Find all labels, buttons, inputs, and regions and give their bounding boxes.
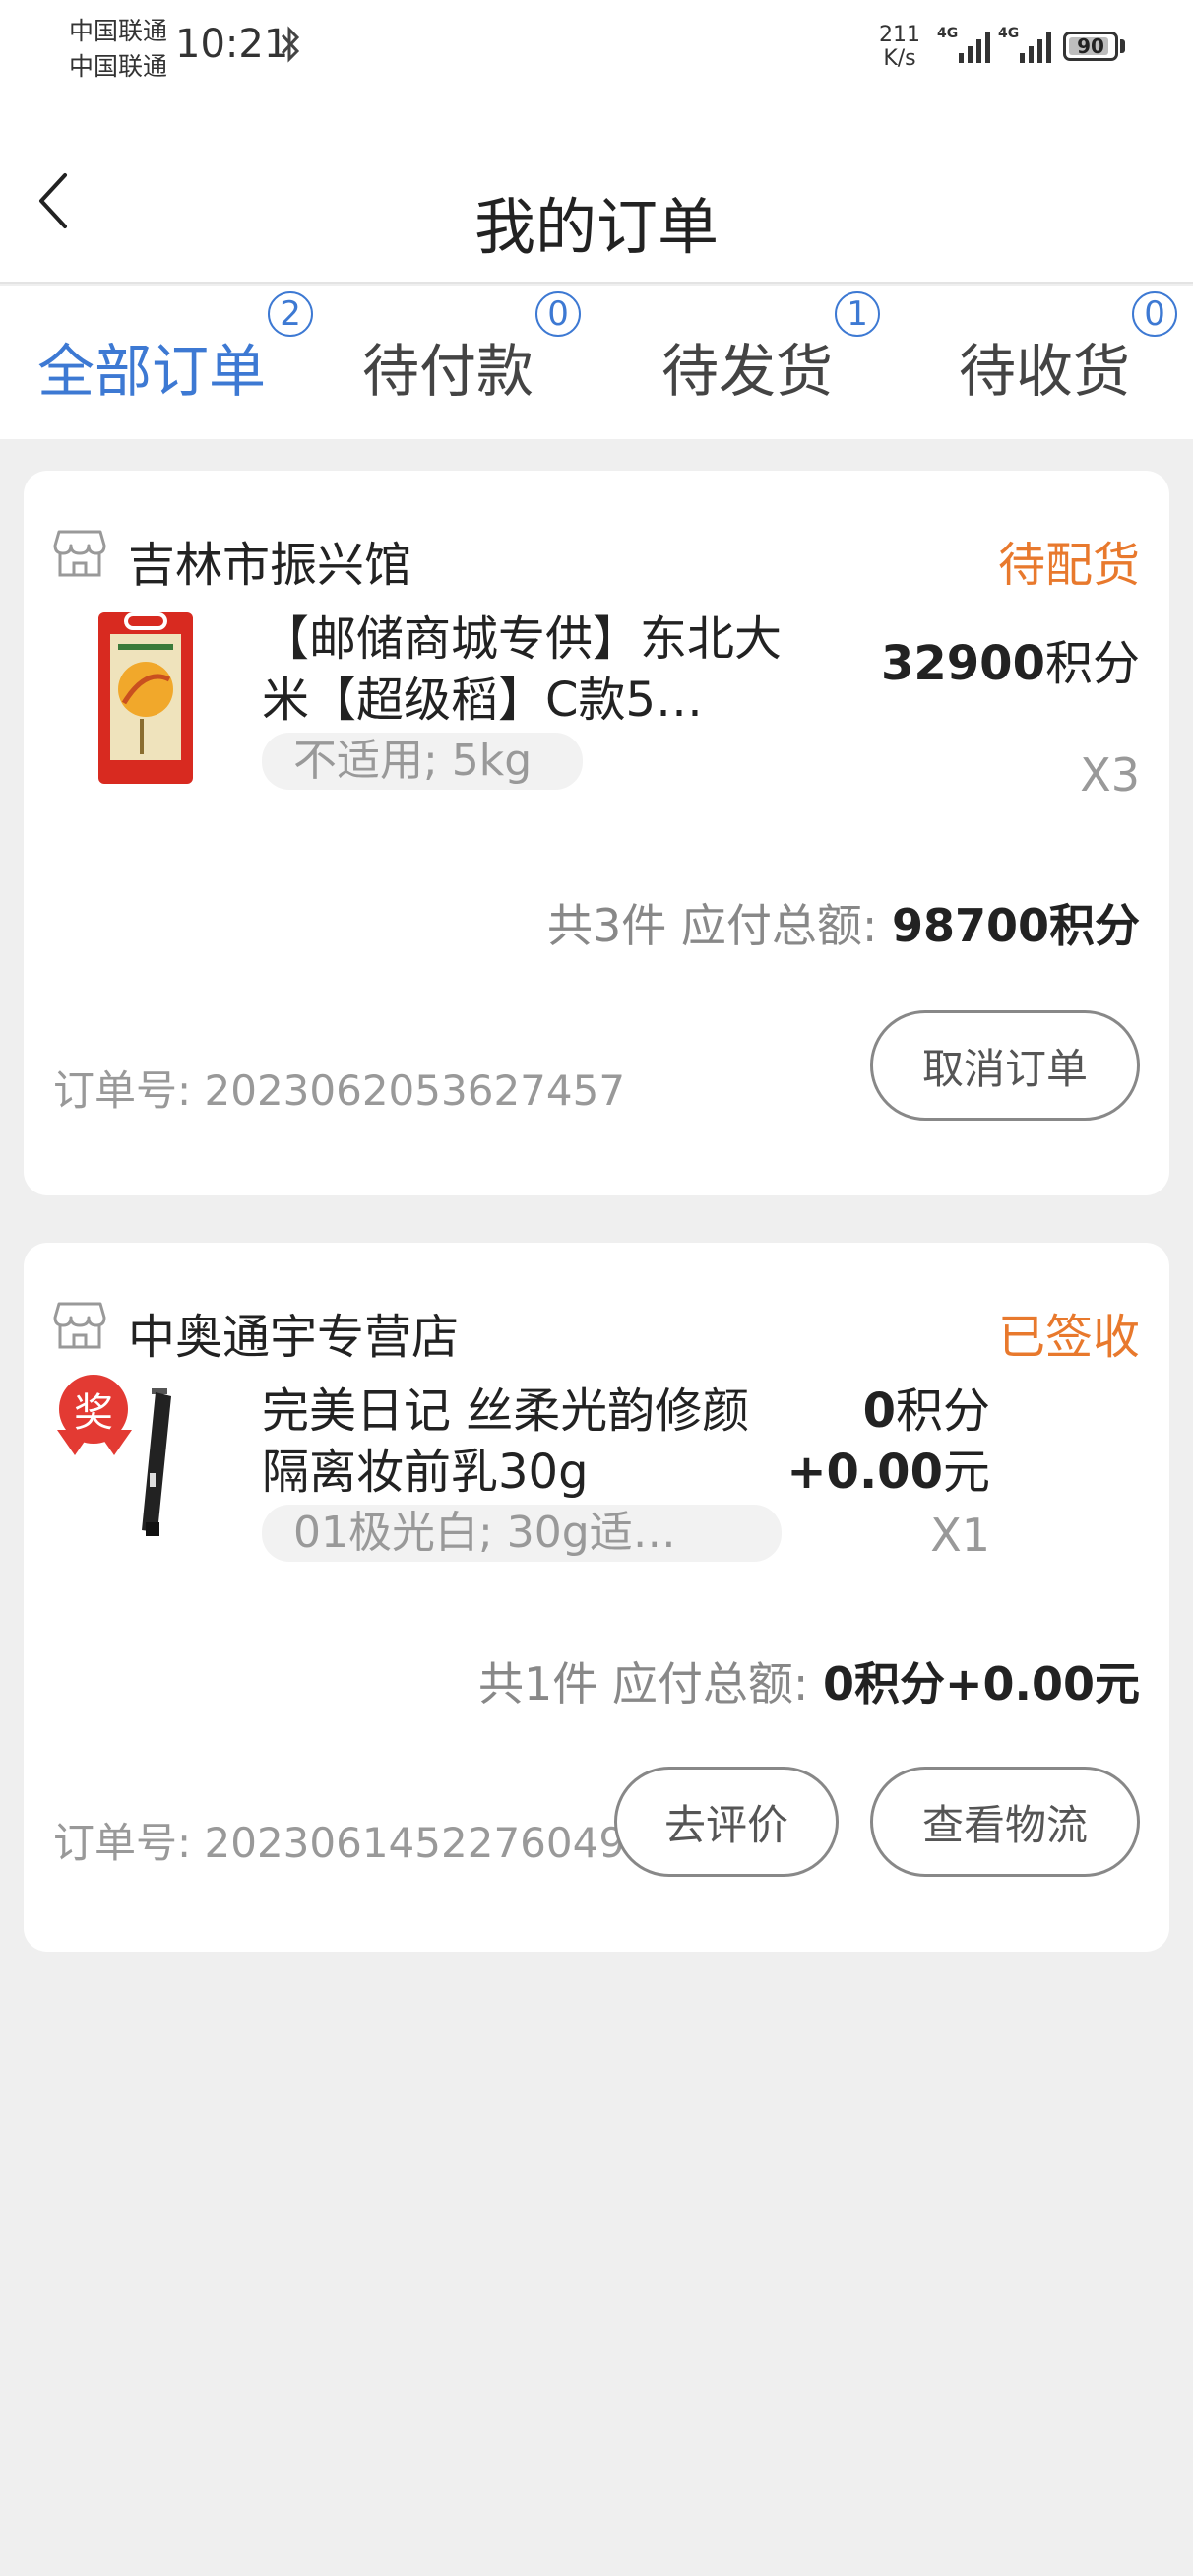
signal-icon <box>959 28 990 63</box>
product-quantity: X3 <box>1080 748 1140 802</box>
price-points-value: 0 <box>862 1384 896 1439</box>
cancel-order-button[interactable]: 取消订单 <box>870 1010 1140 1121</box>
tab-pending-receipt[interactable]: 待收货 0 <box>959 291 1178 408</box>
order-summary-label: 共3件 应付总额: <box>546 899 878 952</box>
product-spec-tag: 01极光白; 30g适… <box>262 1505 782 1562</box>
tab-pending-shipment[interactable]: 待发货 1 <box>661 291 881 408</box>
battery-icon: 90 <box>1063 32 1118 61</box>
carrier-labels: 中国联通 中国联通 <box>69 14 167 85</box>
header: 我的订单 <box>0 98 1193 284</box>
signal-type-1: 4G <box>937 26 959 41</box>
store-icon <box>53 528 106 579</box>
tab-count-badge: 1 <box>835 291 881 337</box>
carrier-2: 中国联通 <box>69 52 168 81</box>
clock: 10:21 <box>175 22 289 67</box>
product-title[interactable]: 【邮储商城专供】东北大米【超级稻】C款5… <box>262 609 813 731</box>
order-tabs: 全部订单 2 待付款 0 待发货 1 待收货 0 <box>0 286 1193 439</box>
award-ribbon <box>96 1430 132 1455</box>
shop-name[interactable]: 吉林市振兴馆 <box>128 526 411 595</box>
award-ribbon <box>57 1430 93 1455</box>
tab-pending-payment[interactable]: 待付款 0 <box>362 291 582 408</box>
rice-bag-image[interactable] <box>96 609 195 786</box>
price-cash-value: +0.00 <box>786 1445 943 1500</box>
order-total-amount: 0积分+0.00元 <box>822 1657 1140 1710</box>
primer-product-image[interactable]: 奖 <box>53 1375 201 1552</box>
product-quantity: X1 <box>930 1509 990 1562</box>
battery-level: 90 <box>1077 34 1104 58</box>
tab-all-orders[interactable]: 全部订单 2 <box>37 291 314 408</box>
order-total-amount: 98700积分 <box>891 899 1140 952</box>
order-card: 吉林市振兴馆 待配货 【邮储商城专供】东北大米【超级稻】C款5… 不适用; 5k… <box>24 471 1169 1195</box>
network-speed: 211 K/s <box>879 23 920 71</box>
shop-name[interactable]: 中奥通宇专营店 <box>128 1298 459 1367</box>
order-status: 已签收 <box>997 1310 1140 1365</box>
tab-count-badge: 2 <box>268 291 314 337</box>
price-points-value: 32900 <box>880 636 1045 691</box>
view-logistics-button[interactable]: 查看物流 <box>870 1767 1140 1877</box>
store-icon <box>53 1300 106 1351</box>
price-cash-unit: 元 <box>942 1445 990 1500</box>
review-button[interactable]: 去评价 <box>614 1767 839 1877</box>
tab-label: 待发货 <box>661 338 834 405</box>
order-status: 待配货 <box>997 538 1140 593</box>
tab-count-badge: 0 <box>1132 291 1178 337</box>
order-number: 订单号: 2023061452276049 <box>53 1819 626 1867</box>
signal-icon <box>1020 28 1051 63</box>
tab-label: 全部订单 <box>37 338 267 405</box>
status-bar: 中国联通 中国联通 10:21 211 K/s 4G 4G 90 <box>0 0 1193 98</box>
order-summary-label: 共1件 应付总额: <box>477 1657 809 1710</box>
carrier-1: 中国联通 <box>69 17 168 45</box>
header-divider <box>0 282 1193 284</box>
product-price: 32900积分 <box>881 624 1140 693</box>
price-points-unit: 积分 <box>1044 636 1140 691</box>
product-title[interactable]: 完美日记 丝柔光韵修颜隔离妆前乳30g <box>262 1381 793 1503</box>
order-card: 中奥通宇专营店 已签收 奖 完美日记 丝柔光韵修颜隔离妆前乳30g 01极光白;… <box>24 1243 1169 1952</box>
price-points-unit: 积分 <box>895 1384 990 1439</box>
order-total: 共3件 应付总额: 98700积分 <box>547 890 1140 955</box>
tab-label: 待付款 <box>362 338 534 405</box>
tab-label: 待收货 <box>959 338 1131 405</box>
order-number: 订单号: 2023062053627457 <box>53 1066 626 1115</box>
product-price: 0积分 +0.00元 <box>786 1381 990 1503</box>
product-spec-tag: 不适用; 5kg <box>262 733 583 790</box>
signal-type-2: 4G <box>998 26 1020 41</box>
tab-count-badge: 0 <box>535 291 582 337</box>
order-total: 共1件 应付总额: 0积分+0.00元 <box>478 1648 1140 1713</box>
battery-cap <box>1120 39 1125 53</box>
bluetooth-icon <box>280 26 301 72</box>
page-title: 我的订单 <box>473 191 719 263</box>
